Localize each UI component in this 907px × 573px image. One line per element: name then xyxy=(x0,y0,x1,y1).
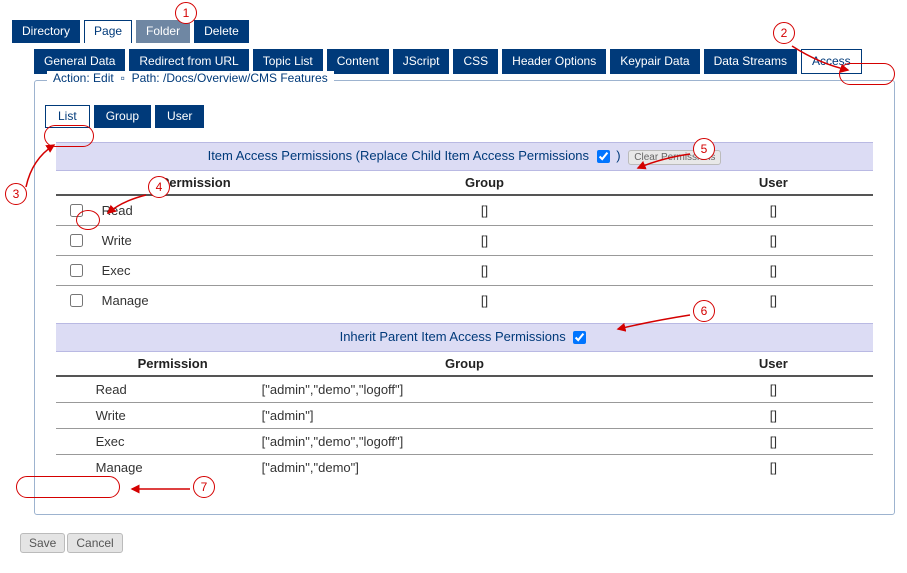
inner-tab-user[interactable]: User xyxy=(155,105,204,128)
perm-name: Write xyxy=(56,403,256,429)
cancel-button[interactable]: Cancel xyxy=(67,533,122,553)
action-value: Edit xyxy=(93,71,114,85)
col-group: Group xyxy=(296,171,674,196)
table-row: Write [] [] xyxy=(56,226,874,256)
perm-user: [] xyxy=(673,286,873,316)
tab-access[interactable]: Access xyxy=(801,49,862,74)
tab-directory[interactable]: Directory xyxy=(12,20,80,43)
inner-tab-row: List Group User xyxy=(45,105,886,128)
perm-name: Exec xyxy=(56,429,256,455)
table-row: Manage [] [] xyxy=(56,286,874,316)
perm-name: Exec xyxy=(96,256,296,286)
perm-name: Read xyxy=(96,195,296,226)
col-permission: Permission xyxy=(96,171,296,196)
perm-user: [] xyxy=(673,226,873,256)
inherit-parent-table: Inherit Parent Item Access Permissions P… xyxy=(56,323,874,480)
button-bar: Save Cancel xyxy=(20,533,895,553)
tab-jscript[interactable]: JScript xyxy=(393,49,450,74)
inherit-parent-checkbox[interactable] xyxy=(573,331,586,344)
perm-group: ["admin"] xyxy=(256,403,674,429)
perm-group: ["admin","demo","logoff"] xyxy=(256,429,674,455)
save-button[interactable]: Save xyxy=(20,533,65,553)
perm-row-checkbox[interactable] xyxy=(70,264,83,277)
inner-tab-list[interactable]: List xyxy=(45,105,90,128)
perm-user: [] xyxy=(673,429,873,455)
perm-name: Manage xyxy=(56,455,256,481)
inner-tab-group[interactable]: Group xyxy=(94,105,151,128)
col-user: User xyxy=(673,352,873,377)
access-panel: Action: Edit ▫ Path: /Docs/Overview/CMS … xyxy=(34,80,895,515)
replace-child-checkbox[interactable] xyxy=(597,150,610,163)
path-label: Path: xyxy=(132,71,160,85)
perm-group: [] xyxy=(296,286,674,316)
perm-name: Read xyxy=(56,376,256,403)
callout-3: 3 xyxy=(5,183,27,205)
tab-content[interactable]: Content xyxy=(327,49,389,74)
perm-group: [] xyxy=(296,195,674,226)
table-row: Manage ["admin","demo"] [] xyxy=(56,455,874,481)
tab-header-options[interactable]: Header Options xyxy=(502,49,606,74)
table-row: Exec ["admin","demo","logoff"] [] xyxy=(56,429,874,455)
tab-data-streams[interactable]: Data Streams xyxy=(704,49,797,74)
item-access-title: Item Access Permissions (Replace Child I… xyxy=(208,148,589,163)
perm-group: ["admin","demo"] xyxy=(256,455,674,481)
tab-css[interactable]: CSS xyxy=(453,49,498,74)
tab-folder[interactable]: Folder xyxy=(136,20,190,43)
panel-legend: Action: Edit ▫ Path: /Docs/Overview/CMS … xyxy=(47,71,334,86)
legend-separator: ▫ xyxy=(117,72,128,86)
tab-delete[interactable]: Delete xyxy=(194,20,249,43)
table-row: Exec [] [] xyxy=(56,256,874,286)
inherit-title: Inherit Parent Item Access Permissions xyxy=(340,329,566,344)
tab-page[interactable]: Page xyxy=(84,20,132,43)
item-access-title-end: ) xyxy=(616,148,620,163)
perm-row-checkbox[interactable] xyxy=(70,204,83,217)
col-permission: Permission xyxy=(56,352,256,377)
table-row: Read ["admin","demo","logoff"] [] xyxy=(56,376,874,403)
perm-group: ["admin","demo","logoff"] xyxy=(256,376,674,403)
perm-name: Manage xyxy=(96,286,296,316)
action-label: Action: xyxy=(53,71,90,85)
tab-keypair-data[interactable]: Keypair Data xyxy=(610,49,699,74)
perm-user: [] xyxy=(673,403,873,429)
item-access-table: Item Access Permissions (Replace Child I… xyxy=(56,142,874,315)
perm-user: [] xyxy=(673,256,873,286)
perm-group: [] xyxy=(296,256,674,286)
path-value: /Docs/Overview/CMS Features xyxy=(163,71,328,85)
perm-group: [] xyxy=(296,226,674,256)
perm-row-checkbox[interactable] xyxy=(70,234,83,247)
col-user: User xyxy=(673,171,873,196)
perm-row-checkbox[interactable] xyxy=(70,294,83,307)
table-row: Read [] [] xyxy=(56,195,874,226)
perm-user: [] xyxy=(673,376,873,403)
perm-user: [] xyxy=(673,455,873,481)
col-group: Group xyxy=(256,352,674,377)
table-row: Write ["admin"] [] xyxy=(56,403,874,429)
primary-tab-row: Directory Page Folder Delete xyxy=(12,20,895,43)
clear-permissions-button[interactable]: Clear Permissions xyxy=(628,150,721,165)
perm-user: [] xyxy=(673,195,873,226)
perm-name: Write xyxy=(96,226,296,256)
